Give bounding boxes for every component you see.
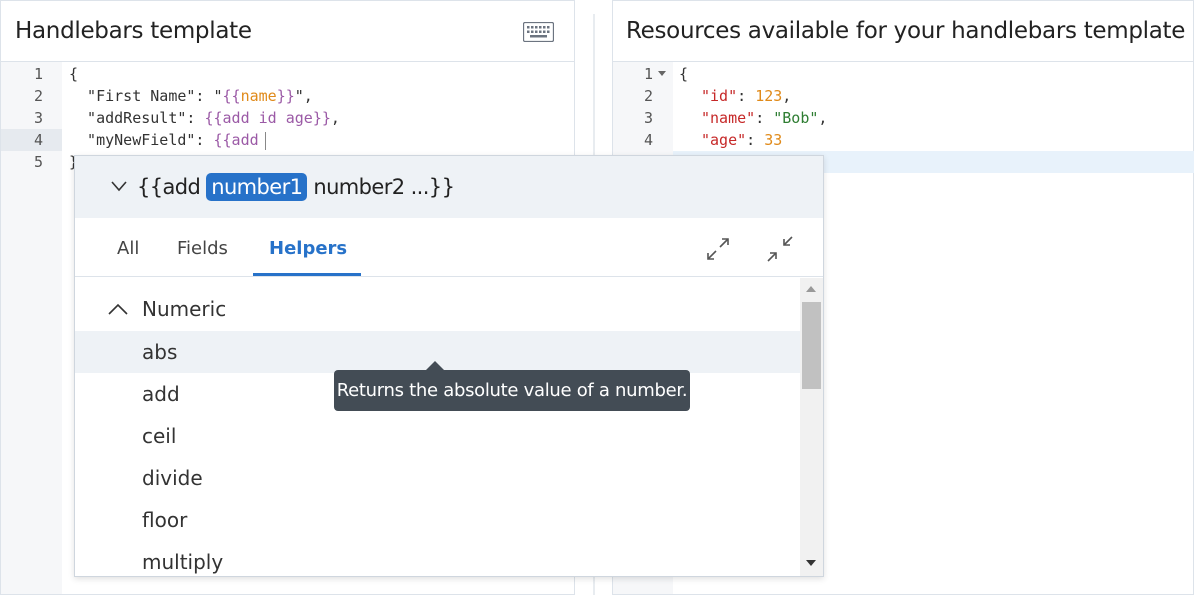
chevron-up-icon[interactable]	[108, 303, 128, 315]
code-line-active: "myNewField": {{add	[69, 129, 266, 151]
line-number-active: 4	[1, 129, 62, 151]
line-number: 3	[33, 109, 43, 127]
list-item-divide[interactable]: divide	[75, 457, 802, 499]
list-scrollbar[interactable]	[800, 278, 823, 576]
list-item-ceil[interactable]: ceil	[75, 415, 802, 457]
signature-header[interactable]: {{add number1 number2 ...}}	[75, 156, 823, 218]
expand-icon[interactable]	[703, 234, 733, 264]
autocomplete-tabs: All Fields Helpers	[75, 218, 823, 277]
template-gutter: 1 2 3 4 5	[1, 62, 62, 594]
code-line: "age": 33	[701, 131, 783, 149]
template-panel-title: Handlebars template	[15, 18, 252, 44]
app-root: Handlebars template 1 2 3 4 5 { "First N…	[0, 0, 1194, 595]
chevron-down-icon[interactable]	[111, 180, 127, 192]
line-number: 4	[643, 131, 653, 149]
list-item-multiply[interactable]: multiply	[75, 541, 802, 576]
fold-arrow-icon[interactable]	[658, 71, 666, 77]
line-number: 2	[33, 87, 43, 105]
code-line: "addResult": {{add id age}},	[69, 109, 340, 127]
template-panel-header: Handlebars template	[1, 1, 574, 62]
line-number: 2	[643, 87, 653, 105]
active-tab-indicator	[253, 273, 361, 276]
keyboard-icon[interactable]	[523, 22, 554, 42]
tooltip-arrow	[426, 361, 444, 370]
list-item-floor[interactable]: floor	[75, 499, 802, 541]
helper-tooltip: Returns the absolute value of a number.	[334, 370, 690, 411]
group-header-numeric[interactable]: Numeric	[75, 288, 802, 330]
code-line: "name": "Bob",	[701, 109, 828, 127]
collapse-icon[interactable]	[765, 234, 795, 264]
code-line: "id": 123,	[701, 87, 792, 105]
text-cursor	[264, 131, 266, 150]
tab-helpers[interactable]: Helpers	[269, 238, 347, 259]
tab-fields[interactable]: Fields	[177, 238, 228, 259]
line-number: 5	[33, 153, 43, 171]
signature-rest: number2 ...}}	[313, 175, 455, 199]
signature-prefix: {{add	[137, 175, 201, 199]
line-number: 1	[33, 65, 43, 83]
group-label: Numeric	[142, 297, 227, 321]
autocomplete-popup: {{add number1 number2 ...}} All Fields H…	[74, 155, 824, 577]
scroll-up-arrow-icon[interactable]	[806, 286, 816, 292]
tab-all[interactable]: All	[117, 238, 139, 259]
scroll-thumb[interactable]	[802, 302, 821, 389]
line-number: 3	[643, 109, 653, 127]
line-number: 1	[613, 63, 673, 85]
code-line: "First Name": "{{name}}",	[69, 87, 313, 105]
code-line: {	[69, 65, 79, 83]
code-line: {	[679, 65, 689, 83]
helpers-list[interactable]: Numeric abs add ceil divide floor multip…	[75, 278, 802, 576]
signature-active-param: number1	[206, 173, 308, 201]
resources-panel-header: Resources available for your handlebars …	[613, 1, 1193, 62]
helper-signature: {{add number1 number2 ...}}	[137, 173, 455, 201]
scroll-down-arrow-icon[interactable]	[806, 560, 816, 566]
resources-panel-title: Resources available for your handlebars …	[626, 18, 1186, 44]
